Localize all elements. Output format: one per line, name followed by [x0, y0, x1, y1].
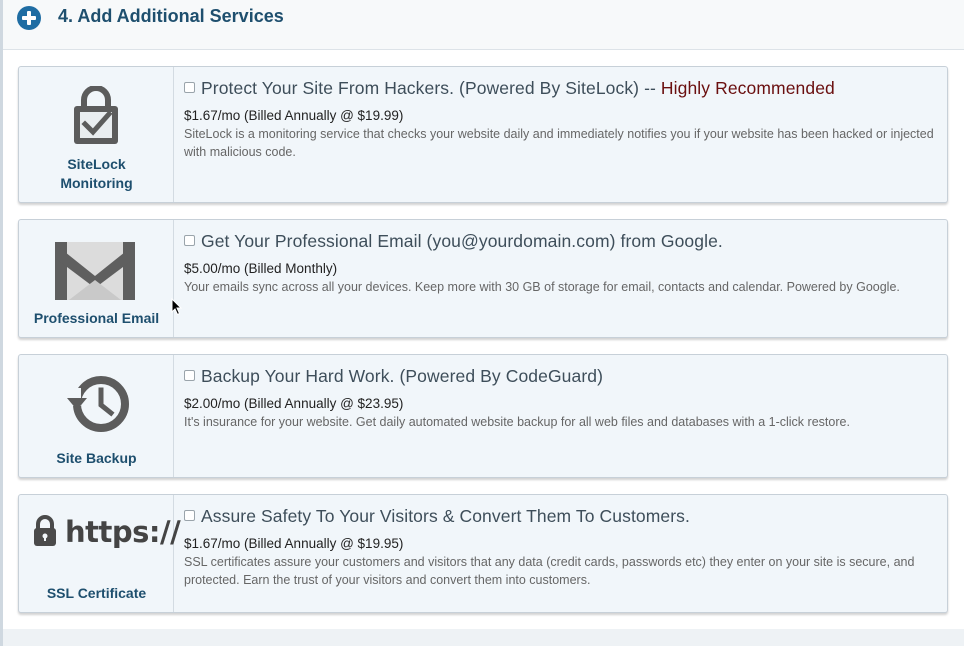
service-description: It's insurance for your website. Get dai… [184, 415, 850, 429]
headline-text: Assure Safety To Your Visitors & Convert… [201, 506, 690, 526]
service-card-backup: Site Backup Backup Your Hard Work. (Powe… [18, 354, 948, 478]
section-title: 4. Add Additional Services [58, 6, 284, 26]
plus-circle-icon[interactable] [17, 6, 41, 30]
service-side-panel: Site Backup [19, 355, 174, 477]
service-price: $2.00/mo (Billed Annually @ $23.95) [184, 396, 404, 411]
section-header: 4. Add Additional Services [3, 0, 964, 50]
service-checkbox[interactable] [184, 510, 195, 521]
service-description: Your emails sync across all your devices… [184, 280, 900, 294]
footer-band [3, 629, 964, 646]
service-headline: Get Your Professional Email (you@yourdom… [184, 231, 723, 252]
gmail-envelope-icon [55, 242, 135, 300]
padlock-icon [34, 515, 56, 546]
service-price: $1.67/mo (Billed Annually @ $19.95) [184, 536, 404, 551]
https-logo-text: https:// [65, 515, 181, 549]
service-label: SSL Certificate [46, 585, 147, 601]
service-price: $5.00/mo (Billed Monthly) [184, 261, 338, 276]
service-card-sitelock: SiteLock Monitoring Protect Your Site Fr… [18, 66, 948, 203]
service-headline: Assure Safety To Your Visitors & Convert… [184, 506, 690, 527]
service-label: Site Backup [56, 450, 137, 466]
page: 4. Add Additional Services SiteLock Moni… [0, 0, 964, 646]
headline-text: Protect Your Site From Hackers. (Powered… [201, 78, 661, 98]
shield-lock-check-icon [74, 86, 118, 144]
service-side-panel: SiteLock Monitoring [19, 67, 174, 202]
service-label: Professional Email [33, 310, 160, 326]
service-checkbox[interactable] [184, 370, 195, 381]
service-checkbox[interactable] [184, 82, 195, 93]
service-label-line2: Monitoring [60, 175, 133, 191]
service-headline: Protect Your Site From Hackers. (Powered… [184, 78, 835, 99]
service-price: $1.67/mo (Billed Annually @ $19.99) [184, 108, 404, 123]
service-description: SiteLock is a monitoring service that ch… [184, 127, 934, 159]
service-card-email: Professional Email Get Your Professional… [18, 219, 948, 338]
headline-text: Backup Your Hard Work. (Powered By CodeG… [201, 366, 604, 386]
history-clock-icon [65, 376, 129, 432]
service-description: SSL certificates assure your customers a… [184, 555, 915, 587]
service-card-ssl: https:// SSL Certificate Assure Safety T… [18, 494, 948, 613]
service-checkbox[interactable] [184, 235, 195, 246]
mouse-cursor-icon [171, 298, 183, 316]
service-label: SiteLock [67, 156, 126, 172]
headline-text: Get Your Professional Email (you@yourdom… [201, 231, 723, 251]
service-side-panel: Professional Email [19, 220, 174, 337]
service-headline: Backup Your Hard Work. (Powered By CodeG… [184, 366, 603, 387]
recommended-badge: Highly Recommended [660, 78, 835, 98]
service-side-panel: https:// SSL Certificate [19, 495, 181, 612]
